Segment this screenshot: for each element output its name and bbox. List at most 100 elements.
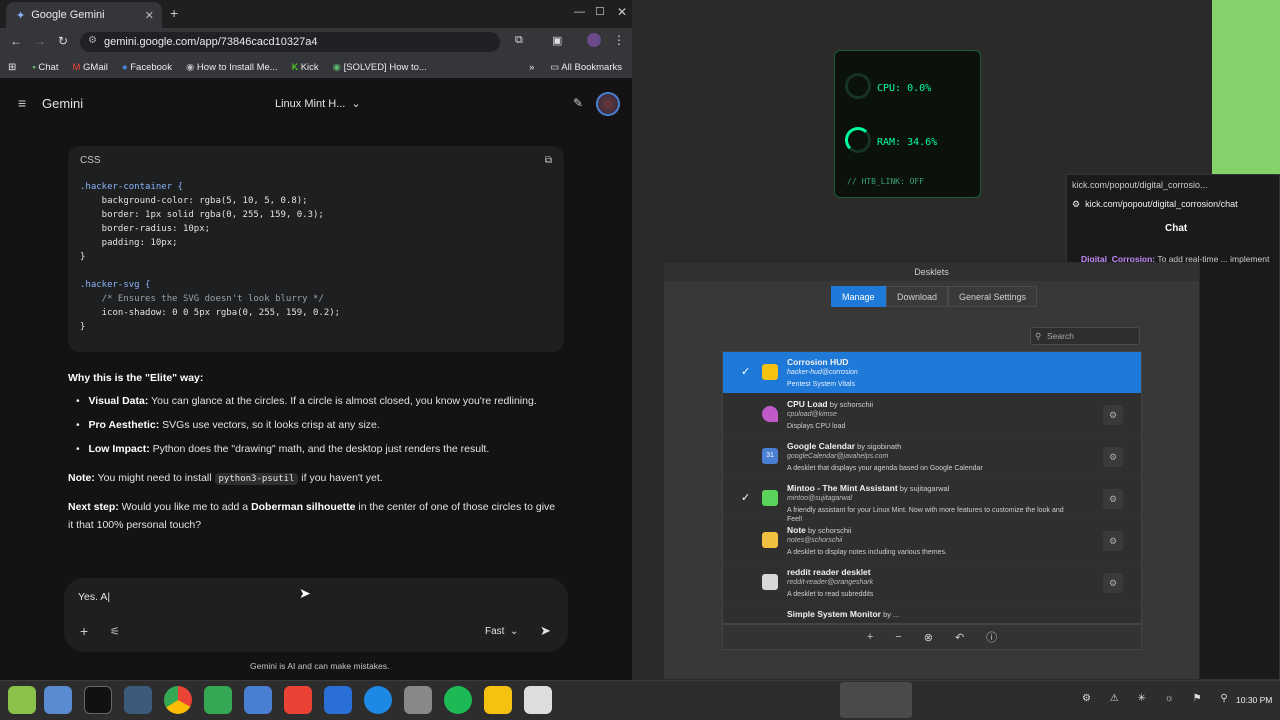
- bookmark-solved[interactable]: ◉ [SOLVED] How to...: [333, 62, 427, 73]
- note-paragraph: Note: You might need to install python3-…: [68, 472, 383, 485]
- enabled-check-icon: ✓: [741, 366, 751, 378]
- list-item[interactable]: 31 Google Calendar by sigobinath googleC…: [723, 436, 1141, 478]
- site-info-icon[interactable]: ⚙: [88, 35, 97, 46]
- desklets-title: Desklets: [664, 263, 1199, 281]
- tools-icon[interactable]: ⚟: [110, 625, 120, 638]
- tab-general-settings[interactable]: General Settings: [948, 286, 1038, 307]
- system-tray[interactable]: ⚙ ⚠ ✳ ☼ ⚑ ⚲: [1082, 693, 1236, 704]
- gemini-icon: ✦: [16, 9, 26, 22]
- search-icon: ⚲: [1035, 331, 1042, 341]
- back-icon[interactable]: ←: [10, 34, 22, 48]
- ram-ring: [845, 127, 871, 153]
- list-item: • Visual Data: You can glance at the cir…: [76, 395, 537, 407]
- taskbar-active-windows[interactable]: [840, 682, 912, 718]
- desklet-search-input[interactable]: ⚲ Search: [1030, 327, 1140, 345]
- hamburger-menu-icon[interactable]: ≡: [18, 95, 26, 111]
- add-icon[interactable]: +: [867, 631, 873, 643]
- bullet-list: • Visual Data: You can glance at the cir…: [76, 392, 566, 458]
- configure-icon[interactable]: ⚙: [1103, 489, 1123, 509]
- new-tab-button[interactable]: +: [170, 5, 178, 21]
- reload-icon[interactable]: ↻: [58, 34, 68, 48]
- info-icon[interactable]: ⓘ: [986, 629, 997, 645]
- next-step-paragraph: Next step: Would you like me to add a Do…: [68, 501, 556, 531]
- list-item[interactable]: ✓ Corrosion HUD hacker-hud@corrosion Pen…: [723, 352, 1141, 394]
- spotify-icon[interactable]: [444, 686, 472, 714]
- thunderbird-icon[interactable]: [324, 686, 352, 714]
- cpu-label: CPU: 0.0%: [877, 83, 932, 94]
- copy-code-icon[interactable]: ⧉: [545, 155, 552, 166]
- configure-icon[interactable]: ⚙: [1103, 531, 1123, 551]
- bookmark-facebook[interactable]: ● Facebook: [122, 62, 172, 73]
- mint-menu-icon[interactable]: [8, 686, 36, 714]
- send-icon[interactable]: ➤: [540, 623, 551, 639]
- user-avatar[interactable]: [596, 92, 620, 116]
- address-bar[interactable]: ⚙ gemini.google.com/app/73846cacd10327a4: [80, 32, 500, 52]
- list-item[interactable]: CPU Load by schorschii cpuload@kimse Dis…: [723, 394, 1141, 436]
- code-block: CSS ⧉ .hacker-container { background-col…: [68, 146, 564, 352]
- chat-app-icon[interactable]: [204, 686, 232, 714]
- notes-icon[interactable]: [484, 686, 512, 714]
- corrosion-hud-icon: [762, 364, 778, 380]
- add-attachment-icon[interactable]: +: [80, 623, 88, 639]
- code-line: .hacker-svg {: [80, 280, 151, 290]
- calendar-icon: 31: [762, 448, 778, 464]
- corrosion-hud-desklet: CPU: 0.0% RAM: 34.6% // HTB_LINK: OFF: [834, 50, 981, 198]
- docs-icon[interactable]: [244, 686, 272, 714]
- close-window-icon[interactable]: ✕: [617, 5, 627, 19]
- code-line: padding: 10px;: [80, 238, 178, 248]
- maximize-icon[interactable]: ☐: [595, 5, 605, 18]
- clock[interactable]: 10:30 PM: [1236, 695, 1272, 705]
- list-item[interactable]: Note by schorschii notes@schorschii A de…: [723, 520, 1141, 562]
- prompt-input-box: Yes. A| + ⚟ Fast ⌄ ➤: [64, 578, 568, 652]
- gemini-header: ≡ Gemini Linux Mint H... ⌄ ✎: [0, 78, 632, 130]
- bookmark-kick[interactable]: K Kick: [292, 62, 319, 73]
- tab-gemini[interactable]: ✦ Google Gemini ✕: [6, 2, 162, 28]
- configure-icon[interactable]: ⚙: [1103, 405, 1123, 425]
- terminal-icon[interactable]: [84, 686, 112, 714]
- files-icon[interactable]: [44, 686, 72, 714]
- list-item: • Low Impact: Python does the "drawing" …: [76, 443, 490, 455]
- prompt-input[interactable]: Yes. A|: [78, 591, 110, 603]
- code-line: }: [80, 322, 86, 332]
- messenger-icon[interactable]: [364, 686, 392, 714]
- clear-icon[interactable]: ⊗: [924, 631, 933, 644]
- all-bookmarks[interactable]: » ▭ All Bookmarks: [529, 62, 622, 73]
- menu-icon[interactable]: ⋮: [613, 33, 625, 47]
- list-item[interactable]: Simple System Monitor by ...: [723, 604, 1141, 623]
- tab-download[interactable]: Download: [886, 286, 949, 307]
- mouse-cursor: ➤: [299, 585, 311, 601]
- text-editor-icon[interactable]: [524, 686, 552, 714]
- forward-icon[interactable]: →: [34, 34, 46, 48]
- tab-title: Google Gemini: [31, 9, 105, 21]
- list-item[interactable]: ✓ Mintoo - The Mint Assistant by sujitag…: [723, 478, 1141, 523]
- enabled-check-icon: ✓: [741, 492, 751, 504]
- apps-icon[interactable]: ⊞: [8, 62, 16, 73]
- code-language: CSS: [80, 154, 101, 166]
- remove-icon[interactable]: −: [895, 631, 901, 643]
- close-tab-icon[interactable]: ✕: [145, 9, 154, 22]
- tab-manage[interactable]: Manage: [831, 286, 886, 307]
- list-item[interactable]: reddit reader desklet reddit-reader@oran…: [723, 562, 1141, 604]
- disclaimer: Gemini is AI and can make mistakes.: [250, 661, 390, 671]
- settings-app-icon[interactable]: [404, 686, 432, 714]
- bookmark-chat[interactable]: ▪ Chat: [32, 62, 58, 73]
- code-content: .hacker-container { background-color: rg…: [68, 174, 564, 340]
- bookmark-gmail[interactable]: M GMail: [72, 62, 107, 73]
- new-chat-icon[interactable]: ✎: [573, 96, 583, 110]
- extensions-icon[interactable]: ⧉: [515, 34, 523, 47]
- bookmark-install[interactable]: ◉ How to Install Me...: [186, 62, 278, 73]
- system-monitor-icon[interactable]: [124, 686, 152, 714]
- undo-icon[interactable]: ↶: [955, 631, 964, 644]
- list-item: • Pro Aesthetic: SVGs use vectors, so it…: [76, 419, 380, 431]
- kick-window-title: kick.com/popout/digital_corrosio...: [1072, 180, 1208, 190]
- configure-icon[interactable]: ⚙: [1103, 573, 1123, 593]
- minimize-icon[interactable]: —: [574, 6, 585, 18]
- code-line: }: [80, 252, 86, 262]
- gmail-icon[interactable]: [284, 686, 312, 714]
- model-selector[interactable]: Fast ⌄: [485, 626, 518, 637]
- chrome-icon[interactable]: [164, 686, 192, 714]
- sidepanel-icon[interactable]: ▣: [552, 34, 562, 47]
- profile-avatar[interactable]: [587, 33, 601, 47]
- configure-icon[interactable]: ⚙: [1103, 447, 1123, 467]
- chat-title-dropdown[interactable]: Linux Mint H... ⌄: [275, 97, 361, 110]
